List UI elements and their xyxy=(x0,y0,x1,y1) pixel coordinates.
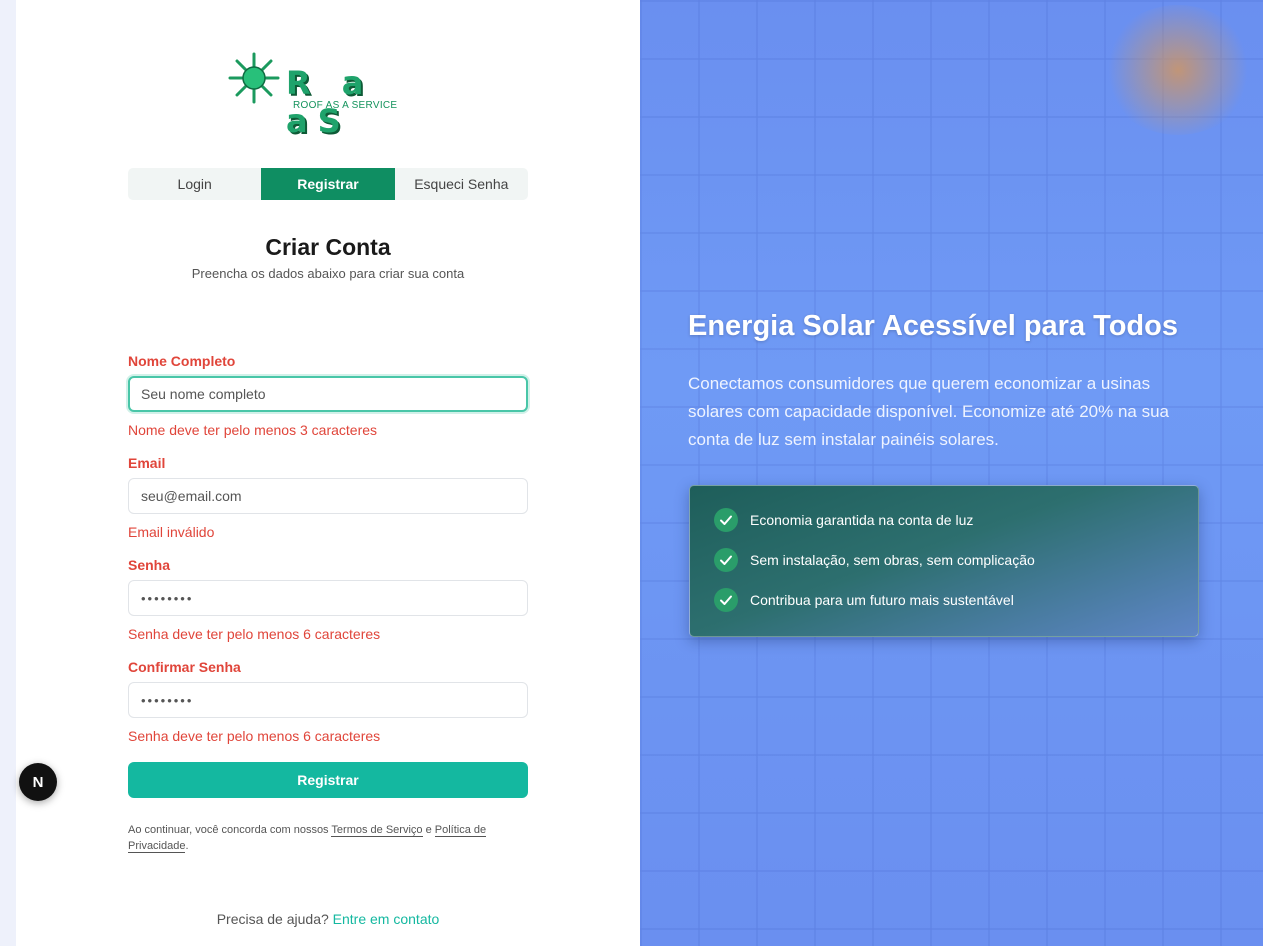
help-line: Precisa de ajuda? Entre em contato xyxy=(128,911,528,927)
feature-text: Sem instalação, sem obras, sem complicaç… xyxy=(750,552,1035,568)
confirm-password-error: Senha deve ter pelo menos 6 caracteres xyxy=(128,728,381,744)
tab-registrar[interactable]: Registrar xyxy=(261,168,395,200)
sun-glow xyxy=(1103,5,1253,135)
feature-item: Contribua para um futuro mais sustentáve… xyxy=(714,588,1014,612)
raas-logo: R a aS ROOF AS A SERVICE xyxy=(228,52,408,140)
password-field[interactable] xyxy=(128,580,528,616)
feature-item: Sem instalação, sem obras, sem complicaç… xyxy=(714,548,1035,572)
hero-panel xyxy=(640,0,1263,946)
terms-suffix: . xyxy=(185,840,189,852)
check-icon xyxy=(714,548,738,572)
solar-panels-background xyxy=(640,0,1263,946)
register-button[interactable]: Registrar xyxy=(128,762,528,798)
name-error: Nome deve ter pelo menos 3 caracteres xyxy=(128,422,378,438)
terms-prefix: Ao continuar, você concorda com nossos xyxy=(128,824,329,836)
form-title: Criar Conta xyxy=(265,234,391,260)
password-error: Senha deve ter pelo menos 6 caracteres xyxy=(128,626,381,642)
password-label: Senha xyxy=(128,557,171,573)
email-label: Email xyxy=(128,455,166,471)
feature-text: Contribua para um futuro mais sustentáve… xyxy=(750,592,1014,608)
name-field[interactable] xyxy=(128,376,528,412)
terms-notice: Ao continuar, você concorda com nossos T… xyxy=(128,822,528,854)
features-card: Economia garantida na conta de luz Sem i… xyxy=(689,485,1199,637)
check-icon xyxy=(714,588,738,612)
feature-text: Economia garantida na conta de luz xyxy=(750,512,974,528)
email-field[interactable] xyxy=(128,478,528,514)
email-error: Email inválido xyxy=(128,524,215,540)
dev-tools-badge[interactable]: N xyxy=(19,763,57,801)
check-icon xyxy=(714,508,738,532)
form-subtitle: Preencha os dados abaixo para criar sua … xyxy=(191,266,465,281)
help-text: Precisa de ajuda? xyxy=(216,911,329,927)
confirm-password-field[interactable] xyxy=(128,682,528,718)
contact-link[interactable]: Entre em contato xyxy=(333,911,440,927)
tab-esqueci-senha[interactable]: Esqueci Senha xyxy=(395,168,528,200)
sun-icon xyxy=(228,52,280,104)
terms-conjunction: e xyxy=(425,824,432,836)
logo-tagline: ROOF AS A SERVICE xyxy=(293,100,398,111)
feature-item: Economia garantida na conta de luz xyxy=(714,508,973,532)
hero-title: Energia Solar Acessível para Todos xyxy=(688,310,1178,342)
name-label: Nome Completo xyxy=(128,353,236,369)
confirm-password-label: Confirmar Senha xyxy=(128,659,241,675)
page-edge xyxy=(0,0,16,946)
auth-tabs: Login Registrar Esqueci Senha xyxy=(128,168,528,200)
terms-of-service-link[interactable]: Termos de Serviço xyxy=(331,824,423,837)
hero-description: Conectamos consumidores que querem econo… xyxy=(688,374,1170,449)
tab-login[interactable]: Login xyxy=(128,168,261,200)
auth-panel xyxy=(16,0,640,946)
